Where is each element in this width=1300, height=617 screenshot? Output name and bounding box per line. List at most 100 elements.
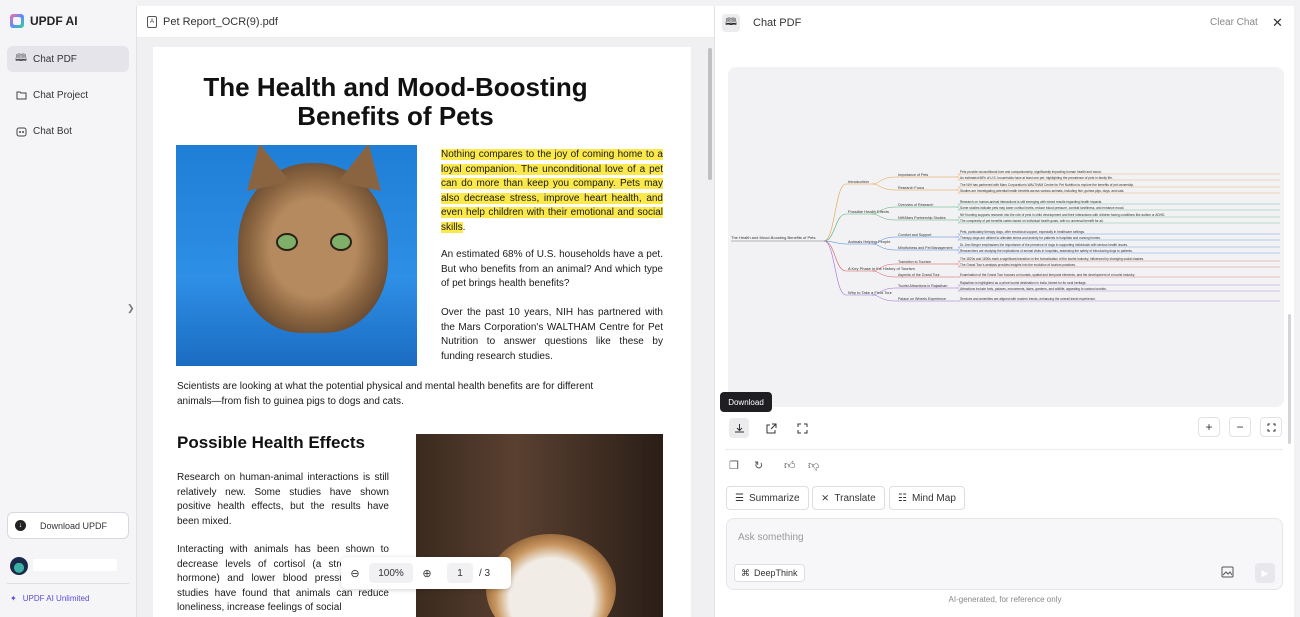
book-icon: 🕮 [15, 52, 27, 64]
copy-icon[interactable]: ❐ [729, 459, 739, 472]
mind-map-leaf: Therapy dogs are utilized to alleviate s… [960, 236, 1101, 240]
mind-map-topic: Aspects of the Grand Tour [898, 273, 940, 277]
paragraph-households: An estimated 68% of U.S. households have… [441, 249, 663, 289]
document-header: A Pet Report_OCR(9).pdf [137, 6, 714, 38]
download-updf-button[interactable]: ↓ Download UPDF [7, 512, 129, 539]
fullscreen-icon [797, 423, 807, 433]
fullscreen-button[interactable] [792, 418, 812, 438]
mindmap-zoom-out-button[interactable]: − [1229, 417, 1251, 437]
chat-scrollbar[interactable] [1288, 314, 1291, 444]
mind-map-leaf: Examination of the Grand Tour focuses on… [960, 273, 1135, 277]
chat-input-box[interactable]: Ask something ⌘ DeepThink ▶ [726, 518, 1283, 590]
folder-icon [15, 89, 27, 101]
mind-map-leaf: Dr. Ann Berger emphasizes the importance… [960, 243, 1128, 247]
mind-map-topic: NIH/Mars Partnership Studies [898, 216, 946, 220]
mind-map-connector [955, 219, 960, 224]
translate-button[interactable]: ⨯ Translate [812, 486, 885, 510]
page-number-input[interactable]: 1 [447, 563, 473, 583]
document-filename: Pet Report_OCR(9).pdf [163, 15, 278, 28]
sidebar-item-label: Chat PDF [33, 53, 77, 65]
mind-map-leaf: Pets, particularly therapy dogs, offer e… [960, 230, 1085, 234]
mind-map-connector [955, 287, 960, 292]
app-logo: UPDF AI [10, 14, 78, 28]
mind-map-connector [955, 284, 960, 289]
thumbs-down-icon[interactable]: 👎︎ [808, 459, 819, 472]
mind-map-leaf: Research on human-animal interactions is… [960, 200, 1102, 204]
download-tooltip: Download [720, 392, 772, 412]
mind-map-connector [955, 176, 960, 181]
mind-map-leaf: The 1820s and 1830s mark a significant t… [960, 257, 1144, 261]
updf-logo-icon [10, 14, 24, 28]
share-button[interactable] [761, 418, 781, 438]
mind-map-svg: The Health and Mood-Boosting Benefits of… [731, 170, 1280, 302]
chevron-right-icon[interactable]: ❯ [127, 303, 135, 314]
download-icon [734, 423, 744, 432]
fit-view-button[interactable] [1260, 417, 1282, 437]
image-upload-icon[interactable] [1221, 566, 1234, 581]
zoom-level[interactable]: 100% [369, 563, 413, 583]
pdf-page: The Health and Mood-Boosting Benefits of… [153, 47, 691, 617]
mind-map-connector [955, 173, 960, 178]
mind-map-connector [955, 236, 960, 241]
summarize-button[interactable]: ☰ Summarize [726, 486, 809, 510]
zoom-in-icon[interactable]: ⊕ [413, 567, 441, 580]
clear-chat-button[interactable]: Clear Chat [1210, 17, 1258, 28]
mind-map-leaf: Rajasthan is highlighted as a prime tour… [960, 281, 1087, 285]
sidebar-item-chat-pdf[interactable]: 🕮 Chat PDF [7, 46, 129, 72]
page-total: / 3 [479, 567, 491, 579]
close-icon[interactable]: ✕ [1272, 15, 1283, 31]
deepthink-toggle[interactable]: ⌘ DeepThink [734, 564, 805, 582]
page-title: The Health and Mood-Boosting Benefits of… [173, 73, 618, 131]
plus-icon: + [1205, 420, 1213, 434]
chat-panel: 🕮 Chat PDF Clear Chat ✕ The Health and M… [714, 6, 1294, 617]
chat-title: Chat PDF [753, 17, 802, 29]
thumbs-up-icon[interactable]: 👍︎ [784, 459, 796, 472]
sidebar-item-chat-bot[interactable]: Chat Bot [7, 118, 129, 144]
mind-map-topic: Comfort and Support [898, 233, 931, 237]
mind-map-connector [823, 183, 847, 242]
divider [725, 449, 1283, 450]
regenerate-icon[interactable]: ↻ [754, 459, 763, 472]
mind-map-leaf: Researchers are studying the implication… [960, 249, 1133, 253]
upgrade-link[interactable]: ✦ UPDF AI Unlimited [10, 594, 89, 603]
mind-map-button[interactable]: ☷ Mind Map [889, 486, 965, 510]
mind-map-topic: Overview of Research [898, 203, 933, 207]
sidebar-item-chat-project[interactable]: Chat Project [7, 82, 129, 108]
mind-map-topic: Importance of Pets [898, 173, 928, 177]
bot-icon [15, 125, 27, 137]
summarize-icon: ☰ [735, 492, 744, 504]
title-line-1: The Health and Mood-Boosting [203, 72, 588, 102]
download-mindmap-button[interactable] [729, 418, 749, 438]
zoom-out-icon[interactable]: ⊖ [341, 567, 369, 580]
share-icon [766, 423, 776, 433]
mind-map-connector [871, 294, 897, 302]
mind-map-topic: Mindfulness and Pet Management [898, 246, 953, 250]
mind-map-branch: Animals Helping People [848, 239, 891, 244]
chat-input-placeholder[interactable]: Ask something [738, 532, 804, 543]
book-icon[interactable]: 🕮 [722, 14, 740, 32]
deepthink-icon: ⌘ [741, 567, 750, 578]
download-icon: ↓ [15, 520, 26, 531]
user-name-placeholder [33, 559, 117, 571]
fit-view-icon [1267, 423, 1275, 431]
mind-map-connector [823, 240, 847, 272]
mind-map-leaf: The complexity of pet benefits varies ba… [960, 219, 1104, 223]
mind-map-connector [955, 216, 960, 221]
document-scrollbar[interactable] [708, 48, 712, 180]
mind-map-connector [955, 233, 960, 238]
download-updf-label: Download UPDF [40, 520, 108, 531]
avatar[interactable] [10, 557, 28, 575]
paragraph-scientists: Scientists are looking at what the poten… [177, 381, 594, 407]
send-button[interactable]: ▶ [1255, 563, 1275, 583]
mind-map-connector [871, 183, 897, 191]
mindmap-zoom-in-button[interactable]: + [1198, 417, 1220, 437]
mind-map-leaf: Studies are investigating potential heal… [960, 189, 1124, 193]
mind-map-connector [955, 246, 960, 251]
ai-disclaimer: AI-generated, for reference only [948, 595, 1062, 604]
zoom-toolbar: ⊖ 100% ⊕ 1 / 3 [341, 557, 511, 589]
paragraph-research: Research on human-animal interactions is… [177, 472, 389, 527]
minus-icon: − [1236, 420, 1244, 434]
mind-map-connector [955, 249, 960, 254]
mind-map-branch: Why to Take a Field Tour [848, 290, 893, 295]
mind-map-leaf: Pets provide unconditional love and comp… [960, 170, 1102, 174]
